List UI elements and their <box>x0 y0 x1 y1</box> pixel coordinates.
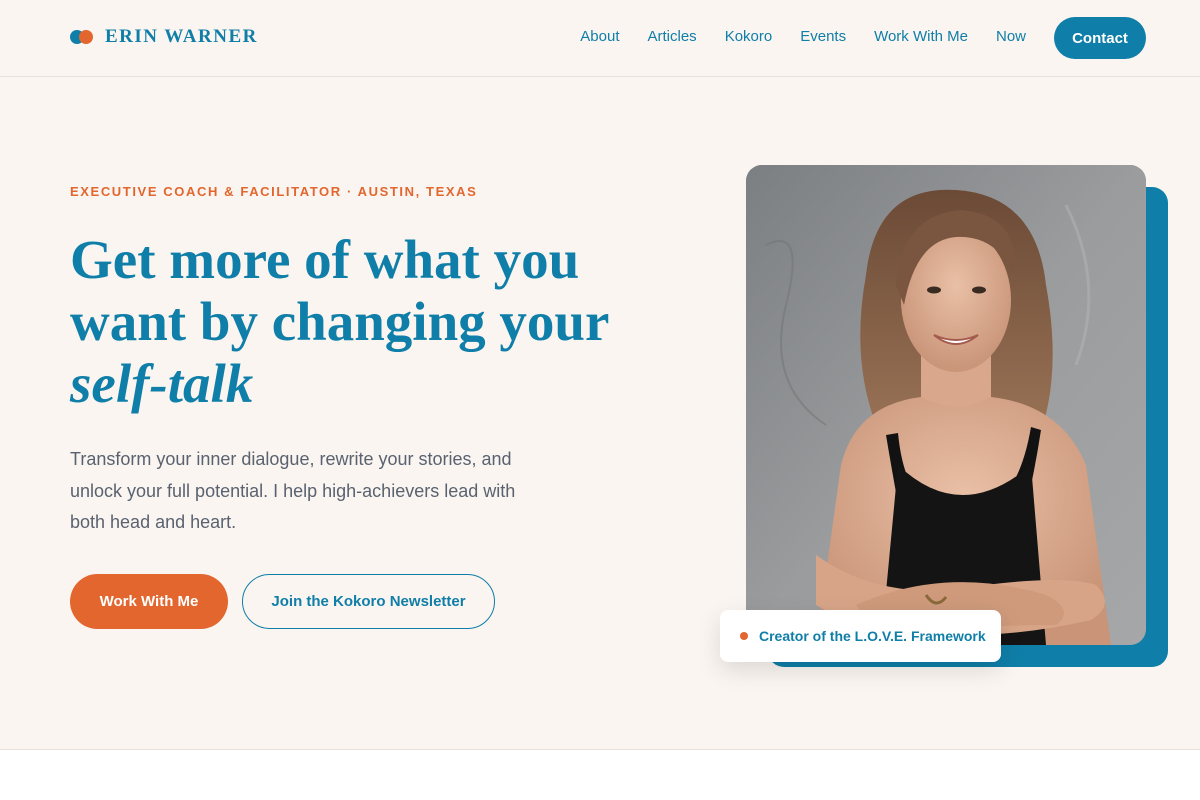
hero-eyebrow: EXECUTIVE COACH & FACILITATOR · AUSTIN, … <box>70 184 478 199</box>
nav-now[interactable]: Now <box>996 28 1026 46</box>
logo-mark-icon <box>70 30 94 44</box>
site-header: ERIN WARNER About Articles Kokoro Events… <box>0 0 1200 77</box>
nav-about[interactable]: About <box>580 28 619 46</box>
hero-headline: Get more of what you want by changing yo… <box>70 229 670 415</box>
main-nav: About Articles Kokoro Events Work With M… <box>580 28 1026 46</box>
work-with-me-button[interactable]: Work With Me <box>70 574 228 629</box>
contact-button[interactable]: Contact <box>1054 17 1146 59</box>
badge-text: Creator of the L.O.V.E. Framework <box>759 628 986 644</box>
headline-main: Get more of what you want by changing yo… <box>70 229 609 352</box>
brand-logo[interactable]: ERIN WARNER <box>70 26 258 48</box>
nav-articles[interactable]: Articles <box>648 28 697 46</box>
framework-badge: Creator of the L.O.V.E. Framework <box>720 610 1001 662</box>
hero-lede: Transform your inner dialogue, rewrite y… <box>70 449 516 532</box>
nav-kokoro[interactable]: Kokoro <box>725 28 773 46</box>
badge-dot-icon <box>740 632 748 640</box>
nav-events[interactable]: Events <box>800 28 846 46</box>
next-section <box>0 749 1200 800</box>
portrait-photo <box>746 165 1146 645</box>
nav-work-with-me[interactable]: Work With Me <box>874 28 968 46</box>
brand-name: ERIN WARNER <box>105 26 258 47</box>
newsletter-button[interactable]: Join the Kokoro Newsletter <box>242 574 495 629</box>
headline-emphasis: self-talk <box>70 353 254 414</box>
